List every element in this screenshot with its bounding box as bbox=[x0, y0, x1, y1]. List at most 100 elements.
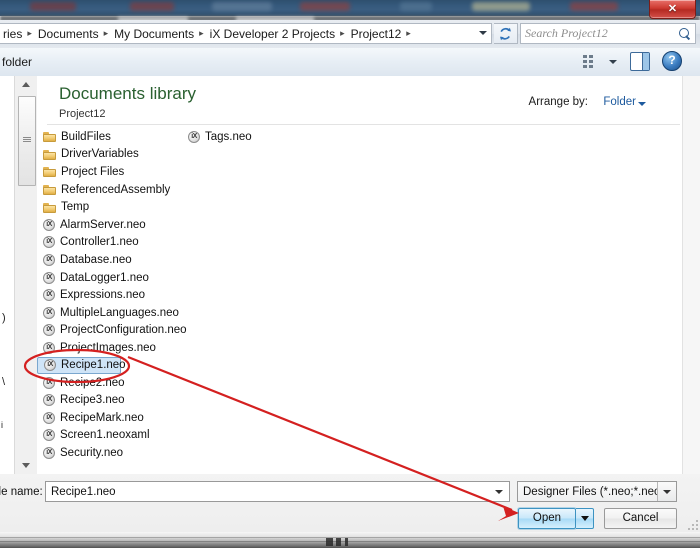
list-item[interactable]: iX Security.neo bbox=[37, 444, 189, 462]
arrange-by-label: Arrange by: bbox=[528, 96, 588, 108]
list-item[interactable]: ReferencedAssembly bbox=[37, 181, 189, 199]
breadcrumb-separator[interactable]: ▸ bbox=[23, 28, 37, 39]
scroll-up-arrow-icon[interactable] bbox=[15, 76, 37, 93]
list-item-label: Security.neo bbox=[60, 446, 124, 459]
list-item-label: Recipe3.neo bbox=[60, 394, 125, 407]
list-item-label: Tags.neo bbox=[205, 130, 252, 143]
breadcrumb[interactable]: ries ▸ Documents ▸ My Documents ▸ iX Dev… bbox=[0, 23, 492, 44]
ix-file-icon: iX bbox=[43, 218, 55, 231]
ix-file-icon: iX bbox=[43, 324, 55, 337]
chevron-down-icon bbox=[580, 516, 589, 521]
list-item[interactable]: DriverVariables bbox=[37, 146, 189, 164]
list-item-label: ProjectImages.neo bbox=[60, 341, 156, 354]
close-button[interactable]: ✕ bbox=[649, 0, 696, 19]
breadcrumb-separator[interactable]: ▸ bbox=[336, 28, 350, 39]
folder-icon bbox=[43, 166, 56, 178]
file-pane: Documents library Project12 Arrange by: … bbox=[37, 76, 700, 474]
scrollbar-grip-icon bbox=[23, 137, 31, 143]
list-item[interactable]: iX AlarmServer.neo bbox=[37, 216, 189, 234]
list-item[interactable]: iX DataLogger1.neo bbox=[37, 269, 189, 287]
breadcrumb-separator[interactable]: ▸ bbox=[195, 28, 209, 39]
taskbar-strip bbox=[0, 532, 700, 548]
list-item[interactable]: iX Tags.neo bbox=[182, 128, 382, 146]
breadcrumb-separator[interactable]: ▸ bbox=[100, 28, 114, 39]
ix-file-icon: iX bbox=[43, 446, 55, 459]
list-item[interactable]: BuildFiles bbox=[37, 128, 189, 146]
list-item[interactable]: iX MultipleLanguages.neo bbox=[37, 304, 189, 322]
list-item[interactable]: iX ProjectImages.neo bbox=[37, 339, 189, 357]
dialog-window: ✕ ries ▸ Documents ▸ My Documents ▸ iX D… bbox=[0, 0, 700, 532]
help-icon[interactable]: ? bbox=[662, 51, 682, 71]
ix-file-icon: iX bbox=[43, 376, 55, 389]
file-list-scrollbar[interactable] bbox=[682, 76, 700, 474]
chevron-down-icon[interactable] bbox=[657, 482, 676, 501]
chevron-down-icon[interactable] bbox=[609, 60, 617, 64]
view-list-icon bbox=[583, 55, 599, 69]
list-item[interactable]: iX Screen1.neoxaml bbox=[37, 427, 189, 445]
file-open-dialog: ✕ ries ▸ Documents ▸ My Documents ▸ iX D… bbox=[0, 0, 700, 548]
list-item-label: DataLogger1.neo bbox=[60, 271, 149, 284]
organize-button[interactable]: folder bbox=[2, 55, 32, 69]
open-button[interactable]: Open bbox=[518, 508, 576, 529]
list-item-label: Database.neo bbox=[60, 253, 132, 266]
scroll-down-arrow-icon[interactable] bbox=[15, 457, 37, 474]
open-dropdown-button[interactable] bbox=[576, 508, 594, 529]
preview-pane-icon[interactable] bbox=[630, 52, 650, 71]
list-item-label: Controller1.neo bbox=[60, 236, 139, 249]
chevron-down-icon[interactable] bbox=[479, 31, 487, 35]
refresh-button[interactable] bbox=[494, 23, 518, 44]
file-list-column-1: BuildFiles DriverVariables Project Files… bbox=[37, 128, 189, 462]
file-list-column-2: iX Tags.neo bbox=[182, 128, 382, 146]
ix-file-icon: iX bbox=[188, 130, 200, 143]
list-item-label: Recipe1.neo bbox=[61, 359, 126, 372]
breadcrumb-item-documents[interactable]: Documents bbox=[37, 27, 100, 41]
cancel-button[interactable]: Cancel bbox=[604, 508, 677, 529]
scrollbar-thumb[interactable] bbox=[18, 96, 36, 186]
search-input[interactable]: Search Project12 bbox=[520, 23, 696, 44]
resize-grip-icon[interactable] bbox=[688, 520, 698, 530]
file-name-value: Recipe1.neo bbox=[51, 485, 116, 498]
list-item[interactable]: iX Recipe2.neo bbox=[37, 374, 189, 392]
ix-file-icon: iX bbox=[43, 394, 55, 407]
ix-file-icon: iX bbox=[43, 341, 55, 354]
breadcrumb-separator[interactable]: ▸ bbox=[402, 28, 416, 39]
list-item[interactable]: Project Files bbox=[37, 163, 189, 181]
folder-icon bbox=[43, 184, 56, 196]
list-item-label: Project Files bbox=[61, 165, 125, 178]
list-item[interactable]: iX Recipe3.neo bbox=[37, 391, 189, 409]
navigation-pane-clipped: ) \ i bbox=[0, 76, 14, 474]
list-item[interactable]: iX Expressions.neo bbox=[37, 286, 189, 304]
list-item-label: MultipleLanguages.neo bbox=[60, 306, 179, 319]
header-divider bbox=[47, 124, 680, 125]
file-type-filter-select[interactable]: Designer Files (*.neo;*.neoxaml bbox=[517, 481, 677, 502]
breadcrumb-item-my-documents[interactable]: My Documents bbox=[113, 27, 195, 41]
ix-file-icon: iX bbox=[43, 271, 55, 284]
page-subtitle: Project12 bbox=[59, 108, 106, 120]
file-name-input[interactable]: Recipe1.neo bbox=[45, 481, 510, 502]
breadcrumb-item-libraries[interactable]: ries bbox=[2, 27, 23, 41]
list-item-label: RecipeMark.neo bbox=[60, 411, 144, 424]
list-item[interactable]: Temp bbox=[37, 198, 189, 216]
list-item-label: ReferencedAssembly bbox=[61, 183, 171, 196]
list-item-selected-recipe1[interactable]: iX Recipe1.neo bbox=[37, 356, 126, 374]
list-item[interactable]: iX Controller1.neo bbox=[37, 234, 189, 252]
list-item-label: ProjectConfiguration.neo bbox=[60, 324, 187, 337]
ix-file-icon: iX bbox=[43, 236, 55, 249]
breadcrumb-item-ix-developer-2-projects[interactable]: iX Developer 2 Projects bbox=[209, 27, 336, 41]
chevron-down-icon[interactable] bbox=[495, 490, 503, 494]
page-title: Documents library bbox=[59, 84, 196, 103]
navigation-scrollbar[interactable] bbox=[14, 76, 38, 474]
change-view-button[interactable] bbox=[583, 53, 619, 71]
list-item[interactable]: iX RecipeMark.neo bbox=[37, 409, 189, 427]
breadcrumb-item-project12[interactable]: Project12 bbox=[350, 27, 403, 41]
folder-icon bbox=[43, 131, 56, 143]
ix-file-icon: iX bbox=[43, 253, 55, 266]
dialog-body: ) \ i Documents library Project12 Arrang… bbox=[0, 76, 700, 475]
dialog-footer: ile name: Recipe1.neo Designer Files (*.… bbox=[0, 474, 700, 532]
list-item[interactable]: iX Database.neo bbox=[37, 251, 189, 269]
list-item[interactable]: iX ProjectConfiguration.neo bbox=[37, 322, 189, 340]
address-bar: ries ▸ Documents ▸ My Documents ▸ iX Dev… bbox=[0, 20, 700, 49]
list-item-label: Screen1.neoxaml bbox=[60, 429, 150, 442]
arrange-by-value[interactable]: Folder bbox=[603, 96, 636, 108]
chevron-down-icon[interactable] bbox=[638, 102, 646, 106]
